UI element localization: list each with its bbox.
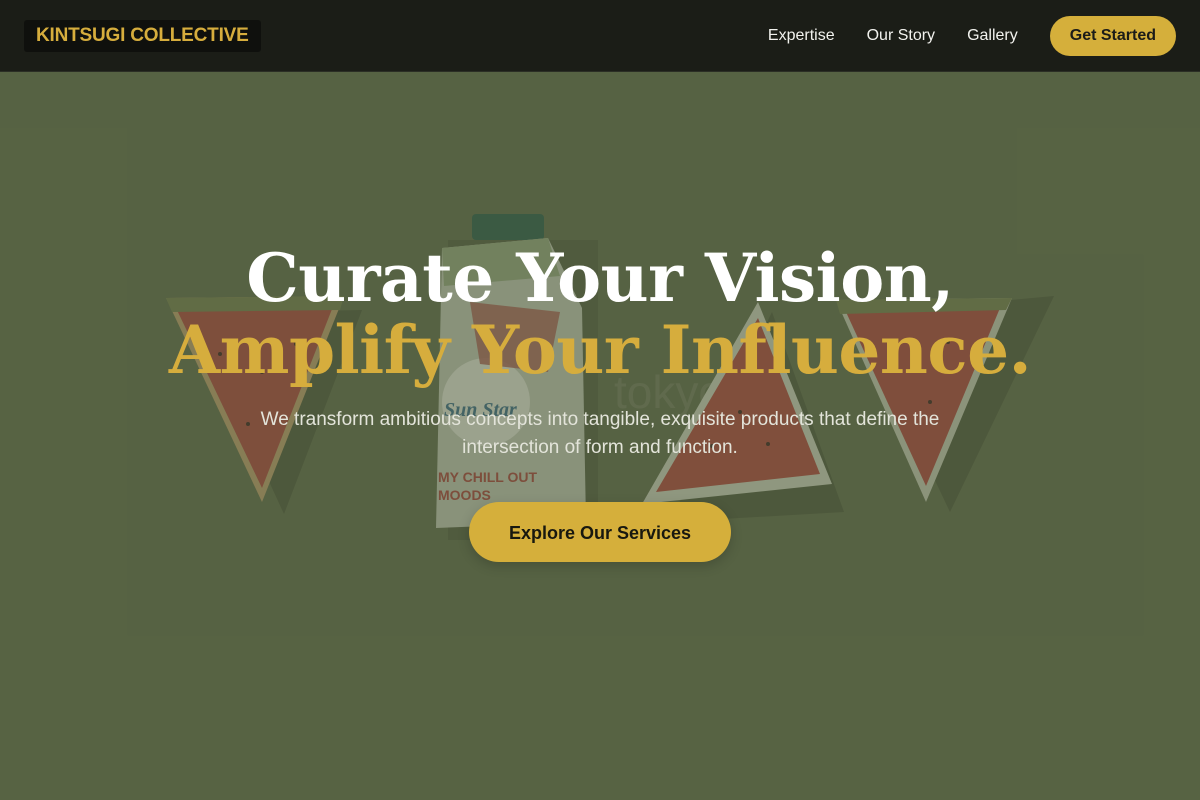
brand-logo[interactable]: KINTSUGI COLLECTIVE: [24, 20, 261, 52]
hero-section: Sun Star MY CHILL OUT MOODS tokyo Curate…: [0, 72, 1200, 800]
nav-link-gallery[interactable]: Gallery: [967, 27, 1018, 45]
get-started-button[interactable]: Get Started: [1049, 16, 1176, 56]
top-navbar: KINTSUGI COLLECTIVE Expertise Our Story …: [0, 0, 1200, 72]
hero-headline-line-2: Amplify Your Influence.: [168, 311, 1032, 389]
hero-subtitle: We transform ambitious concepts into tan…: [260, 409, 940, 458]
hero-content: Curate Your Vision, Amplify Your Influen…: [0, 72, 1200, 800]
main-nav: Expertise Our Story Gallery Get Started: [768, 0, 1176, 72]
nav-link-expertise[interactable]: Expertise: [768, 27, 835, 45]
nav-link-our-story[interactable]: Our Story: [867, 27, 935, 45]
landing-page: KINTSUGI COLLECTIVE Expertise Our Story …: [0, 0, 1200, 800]
explore-services-button[interactable]: Explore Our Services: [469, 502, 731, 562]
